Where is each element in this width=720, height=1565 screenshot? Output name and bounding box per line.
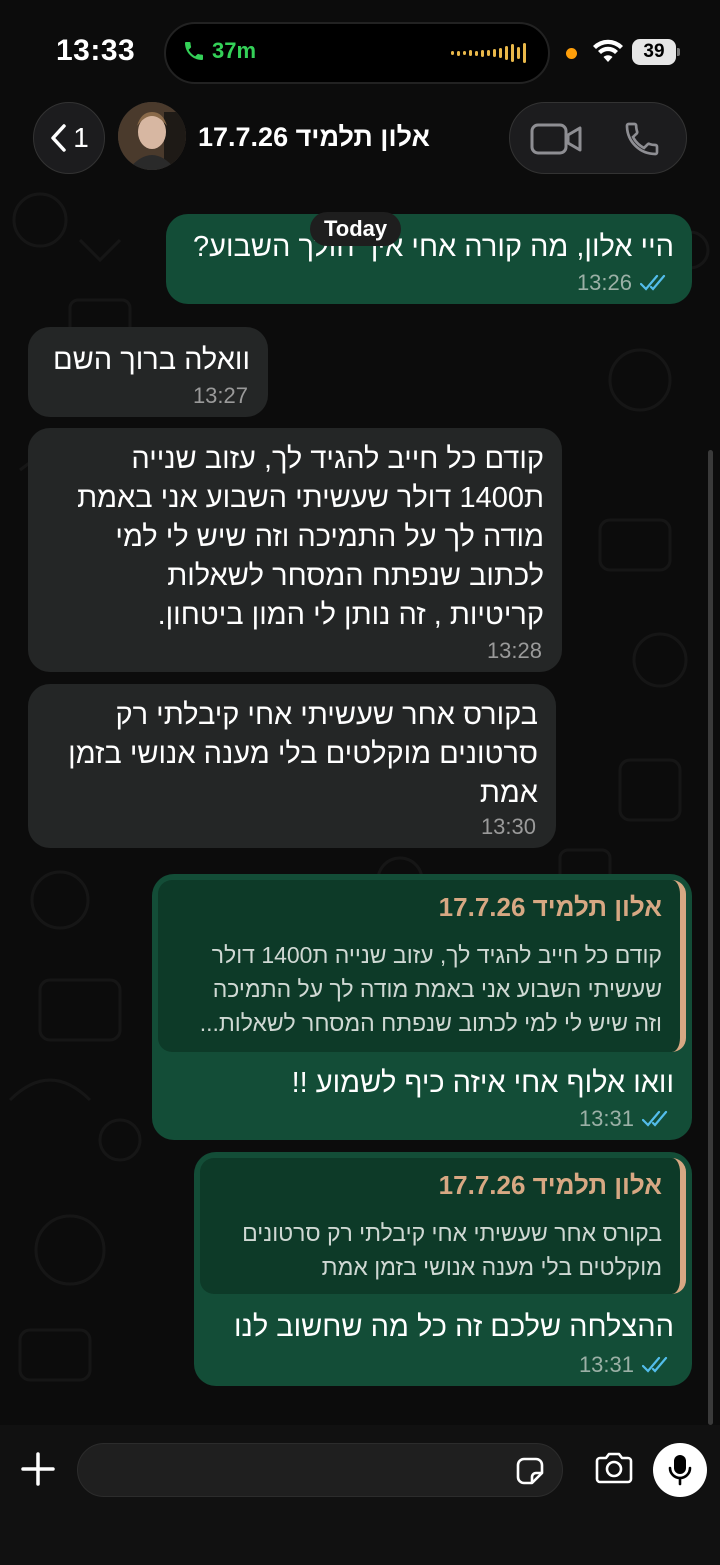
message-time: 13:27 — [192, 383, 248, 408]
message-text: היי אלון, מה קורה אחי איך הולך השבוע? — [192, 231, 674, 263]
quoted-line: מוקלטים בלי מענה אנושי בזמן אמת — [321, 1254, 662, 1280]
mic-button[interactable] — [653, 1443, 707, 1497]
message-time: 13:26 — [576, 270, 632, 295]
message-line: סרטונים מוקלטים בלי מענה אנושי בזמן — [68, 738, 538, 770]
plus-icon[interactable] — [20, 1451, 56, 1487]
message-text: וואלה ברוך השם — [52, 344, 250, 376]
chevron-left-icon — [51, 124, 66, 152]
quoted-author: אלון תלמיד 17.7.26 — [438, 1170, 662, 1200]
call-duration: 37m — [212, 38, 257, 63]
message-text: וואו אלוף אחי איזה כיף לשמוע !! — [291, 1067, 674, 1099]
contact-name[interactable]: אלון תלמיד 17.7.26 — [198, 122, 430, 153]
quoted-line: שעשיתי השבוע אני באמת מודה לך על התמיכה — [212, 976, 662, 1002]
message-line: בקורס אחר שעשיתי אחי קיבלתי רק — [115, 699, 538, 731]
video-icon[interactable] — [530, 121, 582, 157]
message-bubble-incoming[interactable]: וואלה ברוך השם 13:27 — [28, 327, 268, 417]
message-time: 13:28 — [486, 638, 542, 663]
battery-level: 39 — [632, 39, 676, 65]
back-button[interactable]: 1 — [33, 102, 105, 174]
message-line: מודה לך על התמיכה וזה שיש לי למי — [115, 521, 544, 553]
message-line: ת1400 דולר שעשיתי השבוע אני באמת — [77, 482, 544, 514]
audio-waveform — [451, 42, 526, 64]
message-text: בקורס אחר שעשיתי אחי קיבלתי רק סרטונים מ… — [42, 696, 538, 813]
message-time: 13:31 — [578, 1352, 634, 1377]
unread-count: 1 — [73, 122, 89, 153]
status-time: 13:33 — [56, 34, 136, 67]
quoted-text: קודם כל חייב להגיד לך, עזוב שנייה ת1400 … — [172, 938, 662, 1040]
message-line: לכתוב שנפתח המסחר לשאלות — [167, 560, 544, 592]
mic-icon — [668, 1455, 692, 1486]
message-bubble-outgoing-reply[interactable]: אלון תלמיד 17.7.26 קודם כל חייב להגיד לך… — [152, 874, 692, 1140]
message-time: 13:30 — [480, 814, 536, 839]
quoted-message[interactable]: אלון תלמיד 17.7.26 קודם כל חייב להגיד לך… — [158, 880, 686, 1052]
call-indicator: 37m — [182, 38, 256, 64]
dynamic-island-call[interactable]: 37m — [164, 22, 550, 84]
message-bubble-incoming[interactable]: קודם כל חייב להגיד לך, עזוב שנייה ת1400 … — [28, 428, 562, 672]
message-input[interactable] — [77, 1443, 563, 1497]
battery-indicator: 39 — [632, 39, 680, 65]
message-time: 13:31 — [578, 1106, 634, 1131]
double-check-icon — [640, 274, 666, 291]
message-bubble-outgoing-reply[interactable]: אלון תלמיד 17.7.26 בקורס אחר שעשיתי אחי … — [194, 1152, 692, 1386]
message-text: ההצלחה שלכם זה כל מה שחשוב לנו — [234, 1311, 674, 1343]
message-bubble-incoming[interactable]: בקורס אחר שעשיתי אחי קיבלתי רק סרטונים מ… — [28, 684, 556, 848]
chat-header: 1 אלון תלמיד 17.7.26 — [0, 96, 720, 190]
message-line: אמת — [479, 777, 538, 809]
quoted-text: בקורס אחר שעשיתי אחי קיבלתי רק סרטונים מ… — [214, 1216, 662, 1284]
camera-icon[interactable] — [594, 1451, 634, 1485]
avatar[interactable] — [118, 102, 186, 170]
double-check-icon — [642, 1356, 668, 1373]
message-text: קודם כל חייב להגיד לך, עזוב שנייה ת1400 … — [44, 440, 544, 635]
message-line: קריטיות , זה נותן לי המון ביטחון. — [157, 599, 544, 631]
wifi-icon — [593, 39, 623, 62]
double-check-icon — [642, 1110, 668, 1127]
quoted-message[interactable]: אלון תלמיד 17.7.26 בקורס אחר שעשיתי אחי … — [200, 1158, 686, 1294]
quoted-line: קודם כל חייב להגיד לך, עזוב שנייה ת1400 … — [211, 942, 662, 968]
quoted-author: אלון תלמיד 17.7.26 — [438, 892, 662, 922]
phone-icon — [185, 42, 203, 60]
call-actions — [509, 102, 687, 174]
privacy-indicator — [566, 48, 577, 59]
message-bubble-outgoing[interactable]: היי אלון, מה קורה אחי איך הולך השבוע? 13… — [166, 214, 692, 304]
status-bar: 13:33 37m 39 — [0, 0, 720, 100]
message-line: קודם כל חייב להגיד לך, עזוב שנייה — [131, 443, 544, 475]
composer-bar — [0, 1425, 720, 1565]
phone-call-icon[interactable] — [622, 119, 662, 159]
scrollbar[interactable] — [708, 450, 713, 1425]
date-separator: Today — [310, 212, 402, 246]
quoted-line: וזה שיש לי למי לכתוב שנפתח המסחר לשאלות.… — [199, 1010, 662, 1036]
quoted-line: בקורס אחר שעשיתי אחי קיבלתי רק סרטונים — [242, 1220, 662, 1246]
sticker-icon[interactable] — [514, 1455, 546, 1487]
